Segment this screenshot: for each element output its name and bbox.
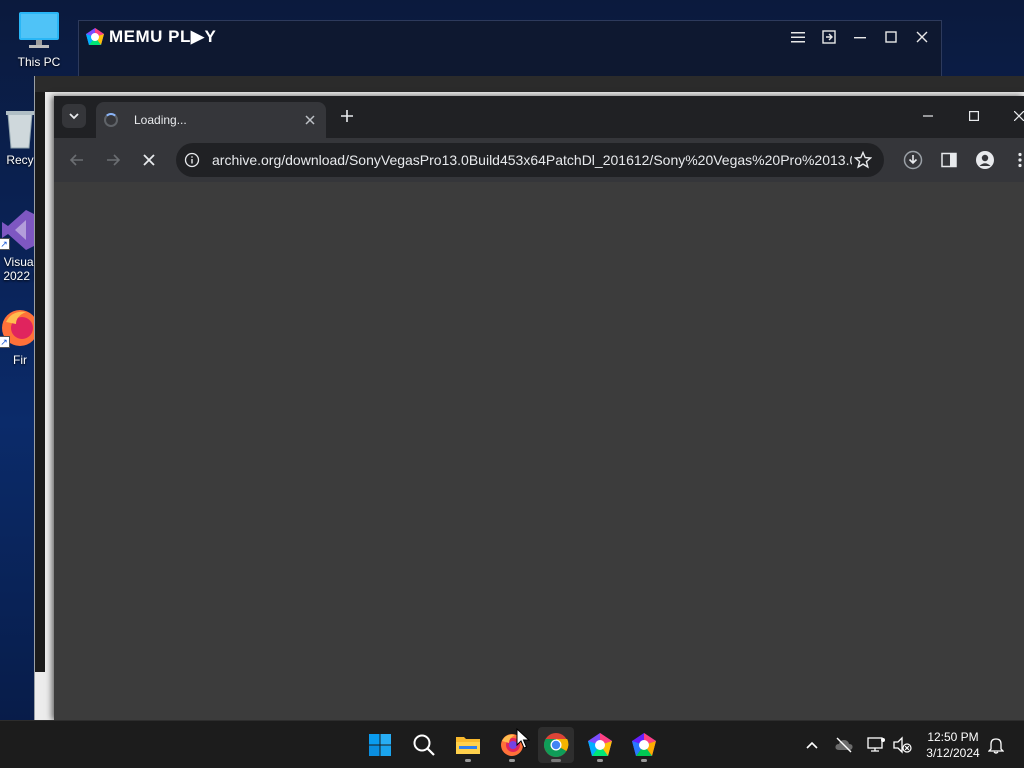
chevron-down-icon bbox=[69, 113, 79, 120]
address-bar[interactable]: archive.org/download/SonyVegasPro13.0Bui… bbox=[176, 143, 884, 177]
side-panel-icon bbox=[941, 152, 957, 168]
memu-multi-icon bbox=[632, 733, 656, 756]
kebab-menu-icon bbox=[1018, 152, 1022, 168]
shortcut-arrow-icon: ↗ bbox=[0, 238, 10, 250]
network-icon bbox=[867, 737, 885, 752]
site-info-icon[interactable] bbox=[184, 152, 200, 168]
page-content-area bbox=[54, 182, 1024, 720]
memu-minimize-button[interactable] bbox=[844, 25, 875, 49]
forward-button[interactable] bbox=[101, 148, 125, 172]
start-button[interactable] bbox=[362, 727, 398, 763]
memu-close-button[interactable] bbox=[906, 25, 937, 49]
stop-loading-button[interactable] bbox=[137, 148, 161, 172]
tab-active[interactable]: Loading... bbox=[96, 102, 326, 138]
running-indicator bbox=[509, 759, 515, 762]
loading-spinner-icon bbox=[104, 113, 118, 127]
download-icon bbox=[903, 150, 923, 170]
volume-tray-button[interactable] bbox=[890, 733, 914, 757]
running-indicator bbox=[551, 759, 561, 762]
taskbar-search-button[interactable] bbox=[406, 727, 442, 763]
background-window-sidebar bbox=[35, 92, 45, 672]
chrome-tabstrip[interactable]: Loading... bbox=[54, 96, 1024, 138]
downloads-button[interactable] bbox=[901, 148, 925, 172]
bell-icon bbox=[988, 738, 1004, 754]
screen-mode-icon[interactable] bbox=[813, 25, 844, 49]
plus-icon bbox=[341, 110, 353, 122]
profile-button[interactable] bbox=[973, 148, 997, 172]
back-button[interactable] bbox=[65, 148, 89, 172]
show-hidden-icons-button[interactable] bbox=[800, 733, 824, 757]
arrow-right-icon bbox=[107, 154, 121, 166]
notifications-button[interactable] bbox=[984, 733, 1008, 757]
tab-title: Loading... bbox=[134, 113, 187, 127]
chrome-icon bbox=[543, 733, 569, 757]
chrome-maximize-button[interactable] bbox=[959, 105, 989, 129]
chrome-window[interactable]: Loading... archive.org/download/SonyVega… bbox=[54, 96, 1024, 720]
clock-time: 12:50 PM bbox=[927, 730, 979, 744]
tab-close-button[interactable] bbox=[302, 112, 318, 128]
onedrive-tray-button[interactable] bbox=[832, 733, 856, 757]
desktop-icon-this-pc[interactable]: This PC bbox=[3, 8, 75, 69]
cloud-offline-icon bbox=[835, 737, 853, 753]
memu-logo-icon bbox=[86, 28, 104, 45]
memu-maximize-button[interactable] bbox=[875, 25, 906, 49]
star-icon[interactable] bbox=[854, 151, 872, 169]
chrome-minimize-button[interactable] bbox=[913, 105, 943, 129]
minimize-icon bbox=[923, 115, 933, 117]
maximize-icon bbox=[969, 111, 980, 122]
profile-icon bbox=[976, 151, 994, 169]
chrome-menu-button[interactable] bbox=[1008, 148, 1024, 172]
memu-brand-text: MEMU PL▶Y bbox=[109, 27, 217, 46]
taskbar-chrome[interactable] bbox=[538, 727, 574, 763]
taskbar-file-explorer[interactable] bbox=[450, 727, 486, 763]
clock-date: 3/12/2024 bbox=[926, 746, 980, 760]
memu-icon bbox=[588, 733, 612, 756]
mouse-cursor-icon bbox=[516, 728, 530, 749]
chrome-close-button[interactable] bbox=[1004, 105, 1024, 129]
desktop-icon-label: This PC bbox=[17, 55, 61, 69]
network-tray-button[interactable] bbox=[864, 733, 888, 757]
taskbar-memu-multi[interactable] bbox=[626, 727, 662, 763]
monitor-icon bbox=[19, 12, 59, 48]
shortcut-arrow-icon: ↗ bbox=[0, 336, 10, 348]
close-icon bbox=[143, 154, 155, 166]
tab-search-button[interactable] bbox=[62, 104, 86, 128]
new-tab-button[interactable] bbox=[336, 105, 358, 127]
speaker-muted-icon bbox=[893, 736, 912, 754]
search-icon bbox=[413, 734, 435, 756]
close-icon bbox=[305, 115, 315, 125]
folder-icon bbox=[456, 737, 480, 754]
running-indicator bbox=[597, 759, 603, 762]
chrome-toolbar: archive.org/download/SonyVegasPro13.0Bui… bbox=[54, 138, 1024, 182]
running-indicator bbox=[465, 759, 471, 762]
running-indicator bbox=[641, 759, 647, 762]
system-clock[interactable]: 12:50 PM 3/12/2024 bbox=[920, 729, 986, 761]
background-window-titlebar bbox=[35, 76, 1024, 92]
taskbar-memu[interactable] bbox=[582, 727, 618, 763]
hamburger-menu-icon[interactable] bbox=[782, 25, 813, 49]
url-text[interactable]: archive.org/download/SonyVegasPro13.0Bui… bbox=[212, 152, 852, 168]
close-icon bbox=[1013, 110, 1024, 122]
chevron-up-icon bbox=[806, 741, 818, 749]
taskbar: 12:50 PM 3/12/2024 bbox=[0, 720, 1024, 768]
side-panel-button[interactable] bbox=[937, 148, 961, 172]
memu-logo: MEMU PL▶Y bbox=[85, 27, 216, 47]
windows-start-icon bbox=[369, 734, 391, 756]
arrow-left-icon bbox=[69, 154, 83, 166]
